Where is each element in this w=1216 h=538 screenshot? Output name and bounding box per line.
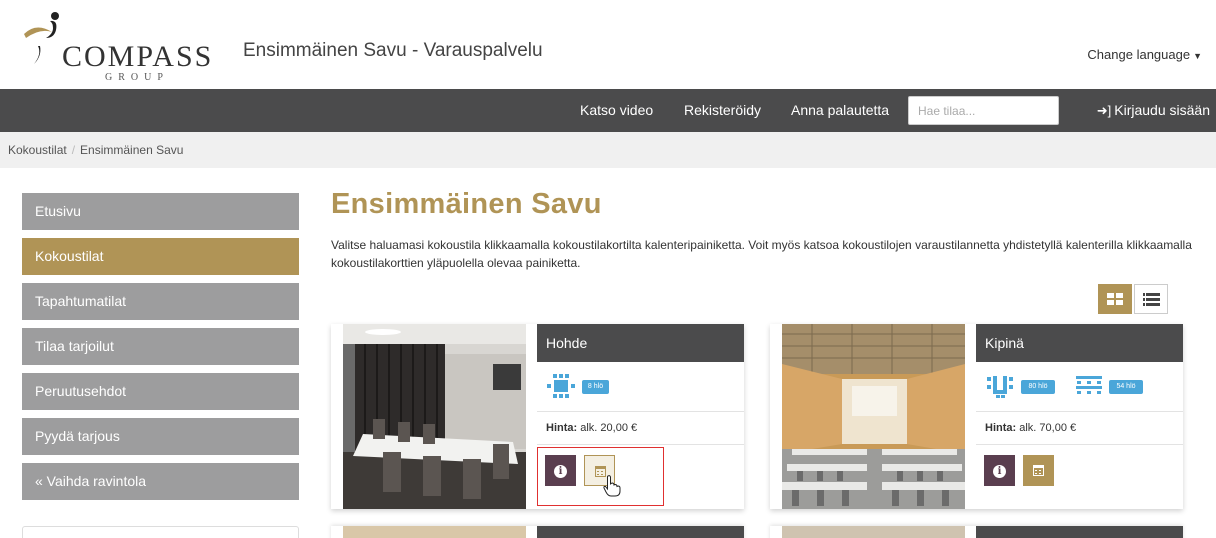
- info-button-kipina[interactable]: i: [984, 455, 1015, 486]
- breadcrumb-item-kokoustilat[interactable]: Kokoustilat: [8, 143, 67, 157]
- room-title-kipina[interactable]: Kipinä: [976, 324, 1183, 362]
- price-value: alk. 70,00 €: [1019, 422, 1077, 434]
- room-card-kipina: Kipinä 80 hlö 54 hlö Hinta: alk. 70,00 €…: [770, 324, 1183, 509]
- search-input[interactable]: [908, 96, 1059, 125]
- sidebar-item-pyyda-tarjous[interactable]: Pyydä tarjous: [22, 418, 299, 455]
- boardroom-layout-icon: [545, 373, 577, 404]
- price-label: Hinta:: [985, 422, 1017, 434]
- breadcrumb: Kokoustilat / Ensimmäinen Savu: [0, 132, 1216, 168]
- capacity-row-hohde: 8 hlö: [537, 362, 744, 412]
- sidebar-panel: [22, 526, 299, 538]
- room-card-row2-right: [770, 526, 1183, 538]
- capacity-badge: 8 hlö: [582, 380, 609, 394]
- calendar-button-kipina[interactable]: [1023, 455, 1054, 486]
- nav-item-katso-video[interactable]: Katso video: [580, 89, 653, 132]
- calendar-icon: [1033, 465, 1044, 476]
- top-navbar: Katso video Rekisteröidy Anna palautetta…: [0, 89, 1216, 132]
- calendar-button-highlight: [537, 447, 664, 506]
- price-label: Hinta:: [546, 422, 578, 434]
- capacity-badge: 80 hlö: [1021, 380, 1055, 394]
- logo-text: COMPASS: [62, 40, 214, 73]
- classroom-layout-icon: [1074, 373, 1104, 404]
- u-shape-layout-icon: [984, 373, 1016, 404]
- logo-subtext: GROUP: [105, 72, 169, 83]
- sidebar-item-peruutusehdot[interactable]: Peruutusehdot: [22, 373, 299, 410]
- capacity-badge: 54 hlö: [1109, 380, 1143, 394]
- nav-item-rekisteroidy[interactable]: Rekisteröidy: [684, 89, 761, 132]
- sidebar-item-kokoustilat[interactable]: Kokoustilat: [22, 238, 299, 275]
- price-value: alk. 20,00 €: [580, 422, 638, 434]
- site-title: Ensimmäinen Savu - Varauspalvelu: [243, 40, 543, 61]
- sign-in-icon: ➜]: [1096, 103, 1112, 118]
- price-kipina: Hinta: alk. 70,00 €: [976, 412, 1183, 445]
- site-header: COMPASS GROUP Ensimmäinen Savu - Varausp…: [0, 0, 1216, 89]
- room-title-bar-partial: [976, 526, 1183, 538]
- room-photo-partial: [343, 526, 526, 538]
- breadcrumb-separator: /: [71, 143, 76, 157]
- room-card-row2-left: [331, 526, 744, 538]
- capacity-row-kipina: 80 hlö 54 hlö: [976, 362, 1183, 412]
- change-language-label: Change language: [1087, 47, 1191, 62]
- room-photo-kipina[interactable]: [782, 324, 965, 509]
- login-button[interactable]: ➜] Kirjaudu sisään: [1097, 89, 1210, 132]
- info-icon: i: [993, 465, 1006, 478]
- sidebar-item-etusivu[interactable]: Etusivu: [22, 193, 299, 230]
- login-label: Kirjaudu sisään: [1114, 102, 1210, 118]
- room-title-hohde[interactable]: Hohde: [537, 324, 744, 362]
- list-view-button[interactable]: [1134, 284, 1168, 314]
- sidebar-item-tapahtumatilat[interactable]: Tapahtumatilat: [22, 283, 299, 320]
- room-photo-partial: [782, 526, 965, 538]
- nav-item-anna-palautetta[interactable]: Anna palautetta: [791, 89, 889, 132]
- room-title-bar-partial: [537, 526, 744, 538]
- sidebar-item-tilaa-tarjoilut[interactable]: Tilaa tarjoilut: [22, 328, 299, 365]
- page-title: Ensimmäinen Savu: [331, 188, 602, 220]
- compass-group-logo[interactable]: COMPASS GROUP: [20, 6, 220, 86]
- sidebar-item-vaihda-ravintola[interactable]: « Vaihda ravintola: [22, 463, 299, 500]
- price-hohde: Hinta: alk. 20,00 €: [537, 412, 744, 445]
- caret-down-icon: ▼: [1193, 51, 1202, 61]
- room-photo-hohde[interactable]: [343, 324, 526, 509]
- breadcrumb-item-current: Ensimmäinen Savu: [80, 143, 184, 157]
- intro-text: Valitse haluamasi kokoustila klikkaamall…: [331, 238, 1192, 270]
- grid-view-button[interactable]: [1098, 284, 1132, 314]
- change-language-dropdown[interactable]: Change language ▼: [1087, 47, 1202, 62]
